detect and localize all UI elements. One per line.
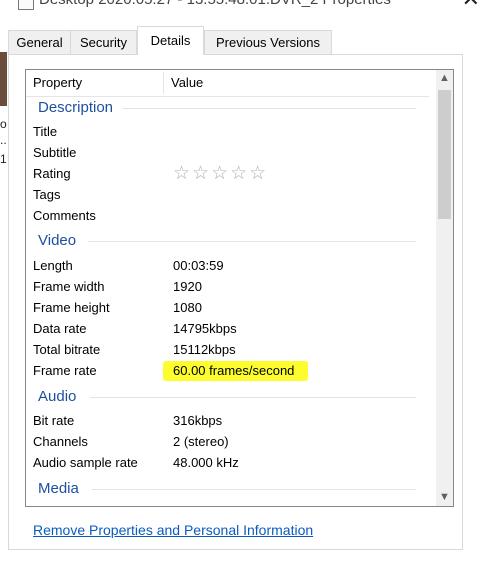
background-text: 1 (0, 152, 7, 166)
list-item[interactable]: Bit rate 316kbps (26, 411, 429, 432)
star-icon[interactable]: ☆☆☆☆☆ (173, 163, 268, 184)
property-name: Bit rate (33, 413, 75, 428)
tab-general[interactable]: General (8, 30, 71, 54)
file-icon (18, 0, 34, 10)
section-header-description: Description (38, 99, 114, 116)
list-item[interactable]: Rating ☆☆☆☆☆ (26, 163, 429, 185)
property-value: 48.000 kHz (173, 455, 239, 470)
background-text: o (0, 117, 7, 131)
list-item[interactable]: Frame rate 60.00 frames/second (26, 361, 429, 382)
vertical-scrollbar[interactable]: ▲ ▼ (436, 70, 453, 506)
tab-previous-versions[interactable]: Previous Versions (204, 30, 332, 54)
property-value: 2 (stereo) (173, 434, 229, 449)
list-item[interactable]: Total bitrate 15112kbps (26, 340, 429, 361)
window-title: Desktop 2020.05.27 - 13.55.48.01.DVR_2 P… (39, 0, 391, 8)
tab-details[interactable]: Details (137, 26, 204, 55)
property-name: Title (33, 124, 58, 139)
property-name: Comments (33, 208, 96, 223)
remove-properties-link[interactable]: Remove Properties and Personal Informati… (33, 522, 313, 538)
column-header-value[interactable]: Value (171, 75, 203, 90)
list-item[interactable]: Length 00:03:59 (26, 256, 429, 277)
property-name: Total bitrate (33, 342, 101, 357)
close-icon[interactable]: ✕ (462, 0, 480, 12)
property-name: Channels (33, 434, 88, 449)
background-text: .. (0, 133, 7, 147)
property-name: Frame width (33, 279, 105, 294)
property-name: Frame rate (33, 363, 97, 378)
list-item[interactable]: Comments (26, 206, 429, 227)
list-item[interactable]: Subtitle (26, 143, 429, 164)
list-item[interactable]: Frame height 1080 (26, 298, 429, 319)
column-divider[interactable] (163, 72, 164, 94)
background-thumbnail (0, 52, 7, 106)
tab-security[interactable]: Security (70, 30, 137, 54)
property-value: 14795kbps (173, 321, 237, 336)
list-item[interactable]: Data rate 14795kbps (26, 319, 429, 340)
list-item[interactable]: Channels 2 (stereo) (26, 432, 429, 453)
property-value: 00:03:59 (173, 258, 224, 273)
property-name: Frame height (33, 300, 110, 315)
property-name: Audio sample rate (33, 455, 138, 470)
scrollbar-thumb[interactable] (438, 90, 451, 219)
highlight-mark: 60.00 frames/second (163, 361, 309, 381)
property-name: Data rate (33, 321, 87, 336)
list-item[interactable]: Tags (26, 185, 429, 206)
scroll-down-icon[interactable]: ▼ (436, 489, 453, 506)
property-name: Rating (33, 166, 71, 181)
property-value: 15112kbps (173, 342, 236, 357)
property-value: 1920 (173, 279, 202, 294)
section-divider (122, 108, 416, 109)
list-item[interactable]: Audio sample rate 48.000 kHz (26, 453, 429, 474)
property-value: 316kbps (173, 413, 223, 428)
section-header-media: Media (38, 480, 79, 497)
list-header: Property Value (26, 70, 429, 97)
column-header-property[interactable]: Property (33, 75, 82, 90)
section-divider (90, 397, 416, 398)
property-value-highlighted: 60.00 frames/second (163, 361, 309, 381)
section-divider (88, 241, 416, 242)
section-header-audio: Audio (38, 388, 77, 405)
property-value: 1080 (173, 300, 202, 315)
property-name: Tags (33, 187, 61, 202)
title-bar[interactable]: Desktop 2020.05.27 - 13.55.48.01.DVR_2 P… (8, 0, 480, 14)
list-item[interactable]: Frame width 1920 (26, 277, 429, 298)
property-name: Length (33, 258, 73, 273)
section-header-video: Video (38, 232, 77, 249)
section-divider (92, 489, 416, 490)
scroll-up-icon[interactable]: ▲ (436, 70, 453, 87)
property-list[interactable]: Property Value Description Title Subtitl… (25, 69, 454, 507)
list-item[interactable]: Title (26, 122, 429, 143)
property-name: Subtitle (33, 145, 77, 160)
